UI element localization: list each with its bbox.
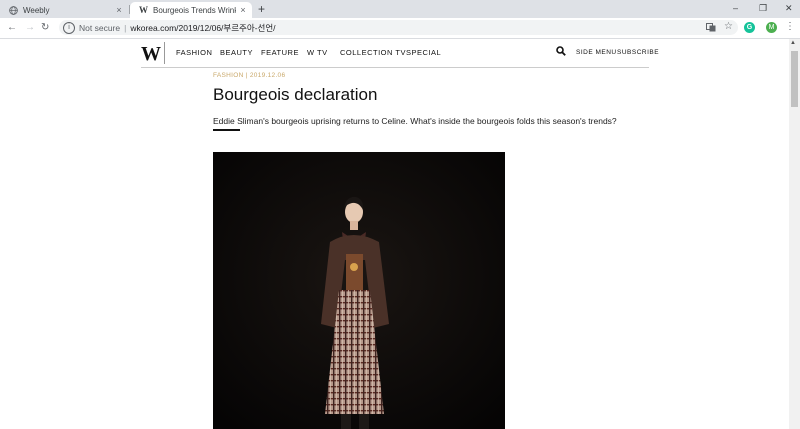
profile-avatar[interactable]: M [766, 22, 777, 33]
window-close-button[interactable]: ✕ [785, 1, 793, 15]
article-title: Bourgeois declaration [213, 85, 378, 104]
scrollbar-thumb[interactable] [791, 51, 798, 107]
nav-item-w-tv[interactable]: W TV [307, 48, 328, 58]
address-divider: | [124, 22, 127, 33]
tab-title: Bourgeois Trends Wrinkle the Tre [153, 5, 236, 15]
close-icon[interactable]: × [112, 5, 126, 15]
browser-menu-icon[interactable]: ⋮ [785, 20, 795, 34]
translate-icon[interactable] [706, 23, 716, 32]
article-date: 2019.12.06 [249, 72, 286, 79]
nav-item-special[interactable]: SPECIAL [406, 48, 441, 58]
forward-button[interactable]: → [25, 21, 35, 34]
page-scrollbar[interactable]: ▲ [789, 39, 800, 429]
address-bar[interactable]: i Not secure | wkorea.com/2019/12/06/부르주… [59, 20, 738, 35]
new-tab-button[interactable]: + [258, 2, 265, 16]
nav-item-fashion[interactable]: FASHION [176, 48, 212, 58]
meta-separator: | [245, 72, 248, 79]
minimize-button[interactable]: – [733, 1, 738, 15]
tab-title: Weebly [23, 5, 50, 15]
article-meta: FASHION | 2019.12.06 [213, 72, 285, 79]
url-text[interactable]: wkorea.com/2019/12/06/부르주아-선언/ [130, 22, 275, 34]
deck-underline [213, 129, 240, 131]
security-label: Not secure [79, 22, 121, 33]
scroll-up-icon[interactable]: ▲ [790, 40, 796, 46]
w-favicon-icon: W [139, 5, 148, 15]
search-icon[interactable] [556, 46, 566, 56]
article-category[interactable]: FASHION [213, 72, 244, 79]
reload-button[interactable]: ↻ [41, 21, 49, 34]
bookmark-star-icon[interactable]: ☆ [724, 22, 733, 32]
info-icon[interactable]: i [63, 21, 75, 34]
nav-item-collection-tv[interactable]: COLLECTION TV [340, 48, 406, 58]
nav-item-beauty[interactable]: BEAUTY [220, 48, 253, 58]
grammarly-extension-icon[interactable]: G [744, 22, 755, 33]
header-divider [141, 67, 649, 68]
close-icon[interactable]: × [236, 5, 250, 15]
globe-icon [9, 5, 18, 15]
browser-tab-active[interactable]: W Bourgeois Trends Wrinkle the Tre × [130, 2, 252, 18]
back-button[interactable]: ← [7, 21, 17, 34]
model-illustration [213, 152, 505, 429]
nav-item-feature[interactable]: FEATURE [261, 48, 299, 58]
browser-tab-weebly[interactable]: Weebly × [0, 2, 128, 18]
logo-divider [164, 42, 165, 64]
subscribe-link[interactable]: SUBSCRIBE [617, 48, 659, 58]
hero-photo [213, 152, 505, 429]
maximize-button[interactable]: ❐ [759, 1, 767, 15]
w-magazine-logo[interactable]: W [141, 42, 161, 66]
article-deck: Eddie Sliman's bourgeois uprising return… [213, 116, 617, 126]
side-menu-link[interactable]: SIDE MENU [576, 48, 617, 58]
